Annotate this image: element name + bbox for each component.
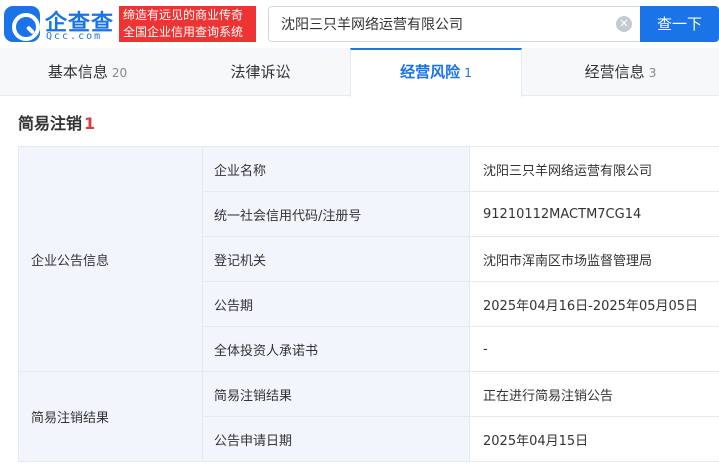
magnifier-logo-icon	[4, 6, 40, 42]
row-label: 公告申请日期	[202, 416, 470, 462]
table-row: 企业公告信息 企业名称 沈阳三只羊网络运营有限公司	[18, 146, 719, 372]
row-label: 企业名称	[202, 146, 470, 192]
qcc-logo[interactable]: 企查查 Qcc.com	[4, 6, 116, 42]
logo-domain: Qcc.com	[46, 31, 103, 42]
row-value: 91210112MACTM7CG14	[469, 191, 719, 237]
tab-label: 法律诉讼	[230, 63, 291, 81]
group-label: 企业公告信息	[18, 146, 203, 372]
tab-basic-info[interactable]: 基本信息 20	[0, 48, 175, 96]
row-value: 2025年04月15日	[469, 416, 719, 462]
search-input[interactable]	[281, 7, 611, 41]
tab-legal-litigation[interactable]: 法律诉讼	[175, 48, 350, 96]
tab-business-info[interactable]: 经营信息 3	[522, 48, 719, 96]
slogan-banner: 缔造有远见的商业传奇 全国企业信用查询系统	[119, 6, 256, 42]
tab-count: 3	[648, 66, 657, 80]
row-label: 公告期	[202, 281, 470, 327]
tab-label: 经营信息	[584, 63, 645, 81]
row-value: 沈阳三只羊网络运营有限公司	[469, 146, 719, 192]
search-button[interactable]: 查一下	[640, 6, 719, 42]
slogan-line-2: 全国企业信用查询系统	[123, 25, 244, 39]
row-label: 简易注销结果	[202, 371, 470, 417]
row-label: 全体投资人承诺书	[202, 326, 470, 372]
tab-count: 1	[464, 66, 472, 80]
row-label: 统一社会信用代码/注册号	[202, 191, 470, 237]
group-label: 简易注销结果	[18, 371, 203, 462]
search-box: ✕	[268, 6, 640, 42]
row-label: 登记机关	[202, 236, 470, 282]
top-header: 企查查 Qcc.com 缔造有远见的商业传奇 全国企业信用查询系统 ✕ 查一下	[0, 0, 719, 48]
row-value: 2025年04月16日-2025年05月05日	[469, 281, 719, 327]
tab-label: 经营风险	[400, 63, 461, 81]
clear-icon[interactable]: ✕	[616, 16, 632, 32]
tab-business-risk[interactable]: 经营风险 1	[350, 48, 522, 97]
table-row: 简易注销结果 简易注销结果 正在进行简易注销公告	[18, 371, 719, 462]
section-count: 1	[84, 114, 96, 133]
tab-count: 20	[111, 66, 128, 80]
tab-label: 基本信息	[47, 63, 108, 81]
row-value: 沈阳市浑南区市场监督管理局	[469, 236, 719, 282]
tab-bar: 基本信息 20 法律诉讼 经营风险 1 经营信息 3	[0, 48, 719, 97]
row-value: -	[469, 326, 719, 372]
slogan-line-1: 缔造有远见的商业传奇	[123, 8, 244, 22]
section-title-text: 简易注销	[18, 114, 83, 133]
section-title: 简易注销 1	[18, 110, 95, 134]
deregistration-table: 企业公告信息 企业名称 沈阳三只羊网络运营有限公司 统一社会信用代码/注册号 9…	[18, 146, 719, 462]
row-value: 正在进行简易注销公告	[469, 371, 719, 417]
